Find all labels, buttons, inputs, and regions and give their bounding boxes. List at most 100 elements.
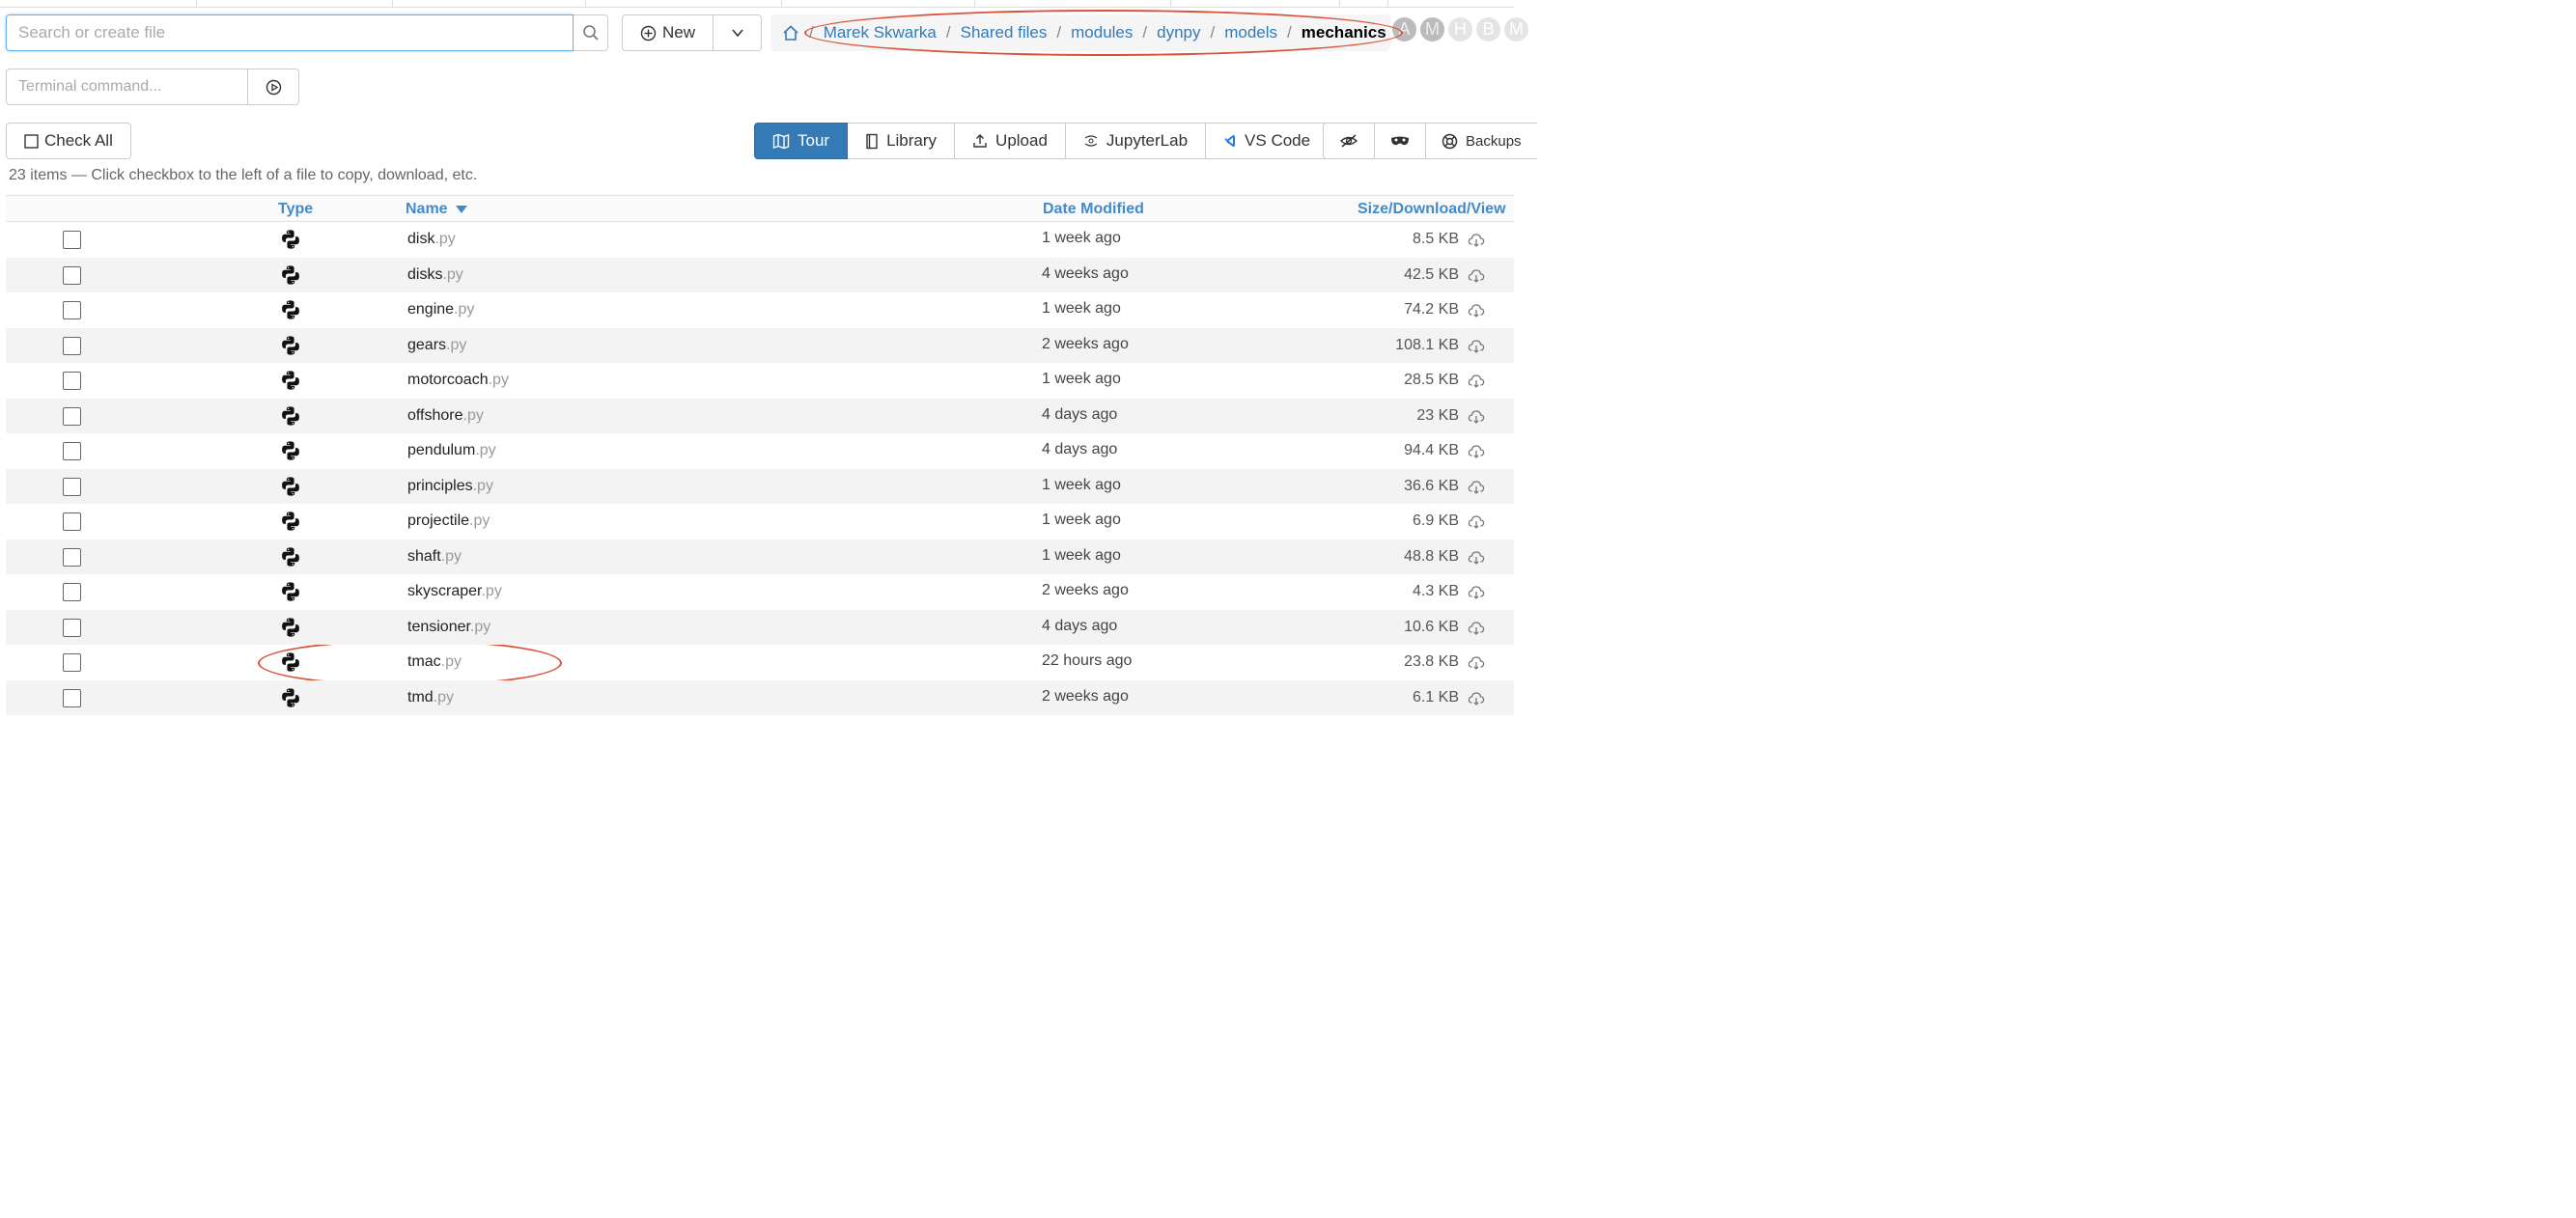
row-checkbox[interactable]	[63, 301, 81, 319]
breadcrumb-item[interactable]: models	[1224, 23, 1277, 42]
check-all-button[interactable]: Check All	[6, 123, 131, 159]
row-checkbox[interactable]	[63, 265, 81, 285]
cloud-download-icon[interactable]	[1468, 339, 1485, 354]
table-row[interactable]: engine.py 1 week ago 74.2 KB	[6, 292, 1514, 328]
terminal-run-button[interactable]	[248, 69, 299, 105]
cloud-download-icon[interactable]	[1468, 409, 1485, 425]
file-size: 6.1 KB	[1412, 688, 1459, 706]
vscode-button[interactable]: VS Code	[1206, 123, 1330, 159]
hide-hidden-files-button[interactable]	[1323, 123, 1375, 159]
row-checkbox[interactable]	[63, 442, 81, 460]
table-row[interactable]: disks.py 4 weeks ago 42.5 KB	[6, 257, 1514, 292]
table-row[interactable]: shaft.py 1 week ago 48.8 KB	[6, 539, 1514, 574]
row-checkbox[interactable]	[63, 231, 81, 249]
row-checkbox[interactable]	[63, 583, 81, 601]
date-modified: 4 weeks ago	[1042, 264, 1129, 282]
cloud-download-icon[interactable]	[1468, 374, 1485, 389]
jupyterlab-button[interactable]: JupyterLab	[1065, 123, 1207, 159]
cloud-download-icon[interactable]	[1468, 480, 1485, 495]
table-row[interactable]: pendulum.py 4 days ago 94.4 KB	[6, 433, 1514, 469]
type-column-header[interactable]: Type	[278, 201, 313, 218]
row-checkbox[interactable]	[63, 653, 81, 672]
file-name[interactable]: projectile.py	[407, 512, 490, 530]
file-name[interactable]: motorcoach.py	[407, 372, 509, 389]
row-checkbox[interactable]	[63, 688, 81, 707]
new-button-label: New	[662, 23, 696, 42]
row-checkbox[interactable]	[63, 547, 81, 567]
row-checkbox[interactable]	[63, 372, 81, 390]
row-checkbox[interactable]	[63, 406, 81, 426]
row-checkbox[interactable]	[63, 618, 81, 637]
search-input[interactable]	[6, 14, 574, 51]
table-row[interactable]: tensioner.py 4 days ago 10.6 KB	[6, 609, 1514, 645]
new-button[interactable]: New	[622, 14, 714, 51]
cloud-download-icon[interactable]	[1468, 585, 1485, 600]
avatar[interactable]: A	[1392, 17, 1416, 42]
row-checkbox[interactable]	[63, 336, 81, 355]
table-row[interactable]: projectile.py 1 week ago 6.9 KB	[6, 504, 1514, 540]
mask-button[interactable]	[1375, 123, 1426, 159]
avatar[interactable]: M	[1504, 17, 1528, 42]
table-row[interactable]: motorcoach.py 1 week ago 28.5 KB	[6, 363, 1514, 399]
cloud-download-icon[interactable]	[1468, 444, 1485, 459]
file-extension: .py	[440, 653, 462, 670]
name-column-header[interactable]: Name	[406, 201, 468, 218]
terminal-input[interactable]	[6, 69, 248, 105]
breadcrumb-item[interactable]: dynpy	[1157, 23, 1200, 42]
tour-button[interactable]: Tour	[754, 123, 849, 159]
avatar[interactable]: M	[1420, 17, 1444, 42]
backups-button[interactable]: Backups	[1426, 123, 1537, 159]
file-name[interactable]: disks.py	[407, 266, 463, 284]
file-basename: offshore	[407, 406, 463, 424]
table-row[interactable]: tmd.py 2 weeks ago 6.1 KB	[6, 679, 1514, 715]
cloud-download-icon[interactable]	[1468, 268, 1485, 284]
file-basename: tmac	[407, 653, 441, 670]
table-row[interactable]: disk.py 1 week ago 8.5 KB	[6, 222, 1514, 258]
file-name[interactable]: tmd.py	[407, 689, 454, 706]
avatar[interactable]: B	[1476, 17, 1500, 42]
search-bar	[6, 14, 608, 51]
cloud-download-icon[interactable]	[1468, 550, 1485, 566]
new-dropdown-toggle[interactable]	[714, 14, 763, 51]
table-row[interactable]: tmac.py 22 hours ago 23.8 KB	[6, 645, 1514, 680]
library-button[interactable]: Library	[848, 123, 956, 159]
jupyter-icon	[1084, 135, 1098, 147]
cloud-download-icon[interactable]	[1468, 655, 1485, 671]
cloud-download-icon[interactable]	[1468, 233, 1485, 248]
table-row[interactable]: gears.py 2 weeks ago 108.1 KB	[6, 327, 1514, 363]
file-name[interactable]: skyscraper.py	[407, 583, 502, 600]
file-name[interactable]: disk.py	[407, 231, 456, 248]
cloud-download-icon[interactable]	[1468, 621, 1485, 636]
file-name[interactable]: gears.py	[407, 337, 466, 354]
file-name[interactable]: tensioner.py	[407, 619, 490, 636]
file-extension: .py	[434, 231, 456, 247]
table-row[interactable]: principles.py 1 week ago 36.6 KB	[6, 468, 1514, 504]
cloud-download-icon[interactable]	[1468, 303, 1485, 318]
table-row[interactable]: skyscraper.py 2 weeks ago 4.3 KB	[6, 574, 1514, 610]
file-size: 23.8 KB	[1404, 653, 1459, 670]
breadcrumb-item[interactable]: modules	[1071, 23, 1133, 42]
size-column-header[interactable]: Size/Download/View	[1358, 201, 1506, 218]
avatar[interactable]: H	[1448, 17, 1472, 42]
date-column-header[interactable]: Date Modified	[1043, 201, 1144, 218]
cloud-download-icon[interactable]	[1468, 514, 1485, 530]
search-button[interactable]	[574, 14, 608, 51]
file-basename: disks	[407, 265, 443, 283]
eye-slash-icon	[1339, 134, 1358, 148]
upload-button[interactable]: Upload	[955, 123, 1066, 159]
row-checkbox[interactable]	[63, 477, 81, 496]
file-name[interactable]: offshore.py	[407, 407, 484, 425]
file-basename: shaft	[407, 547, 441, 565]
date-modified: 1 week ago	[1042, 371, 1121, 387]
table-row[interactable]: offshore.py 4 days ago 23 KB	[6, 398, 1514, 433]
file-name[interactable]: shaft.py	[407, 548, 462, 566]
file-name[interactable]: engine.py	[407, 301, 474, 318]
file-name[interactable]: principles.py	[407, 478, 493, 495]
file-name[interactable]: pendulum.py	[407, 442, 496, 459]
row-checkbox[interactable]	[63, 512, 81, 531]
breadcrumb-item[interactable]: Shared files	[961, 23, 1048, 42]
cloud-download-icon[interactable]	[1468, 691, 1485, 706]
file-name[interactable]: tmac.py	[407, 653, 462, 671]
breadcrumb-item[interactable]: Marek Skwarka	[824, 23, 937, 42]
home-icon[interactable]	[782, 24, 799, 42]
